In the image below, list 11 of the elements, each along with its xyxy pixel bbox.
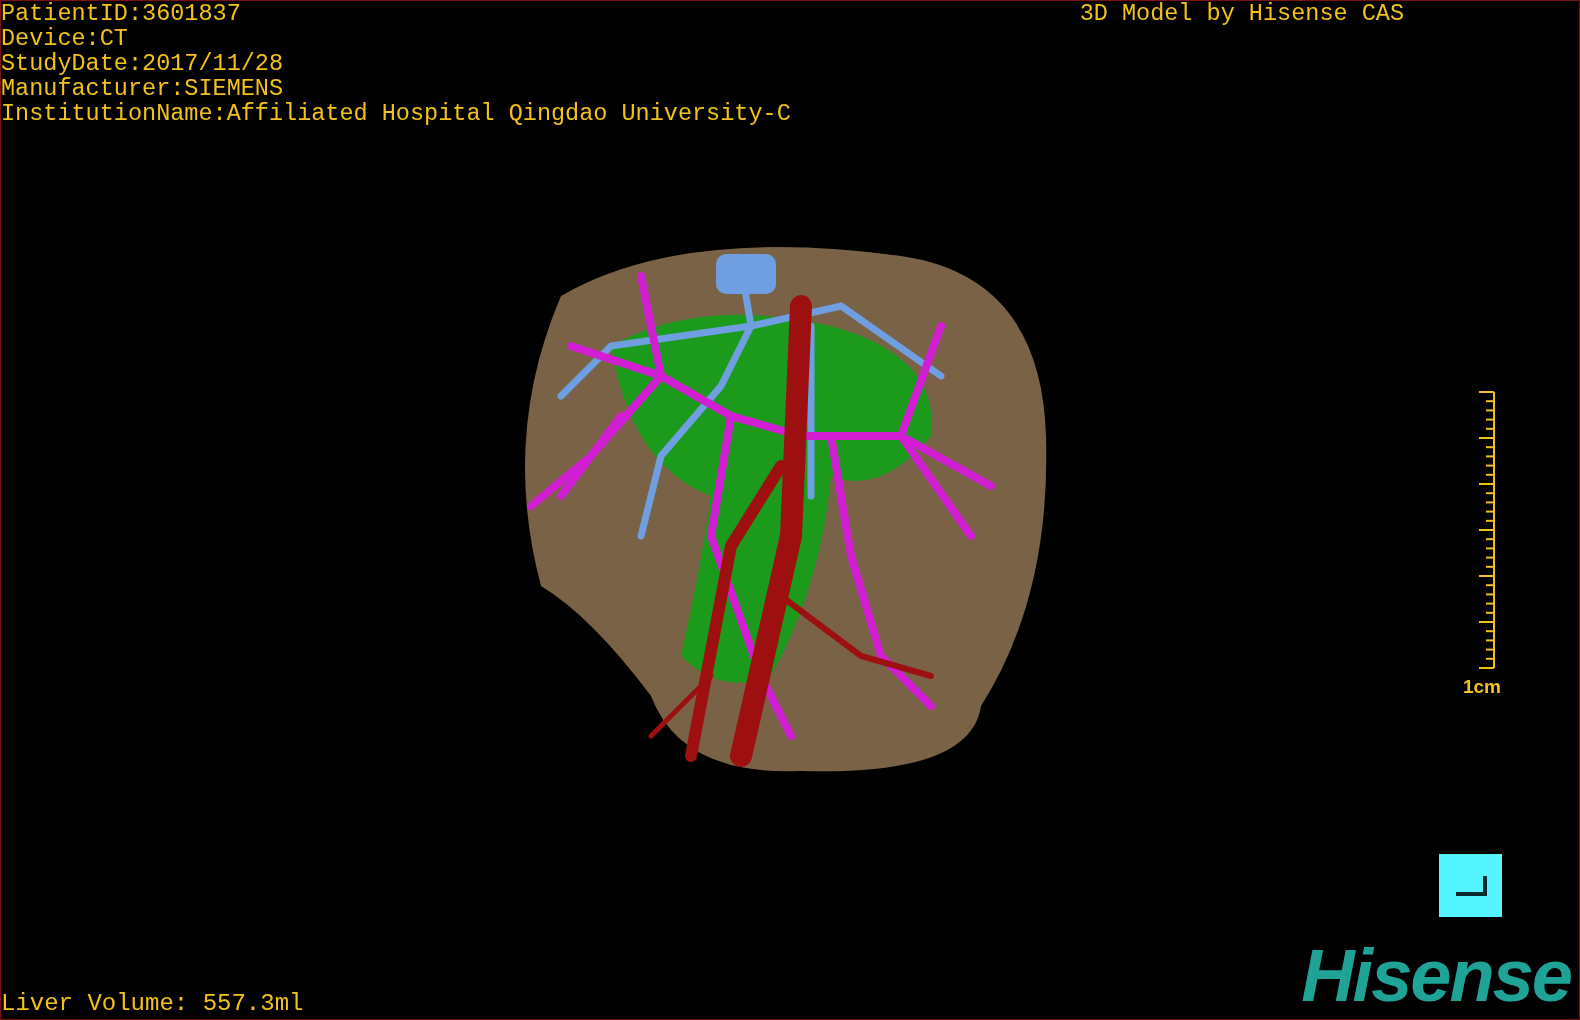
brand-logo: Hisense bbox=[1301, 941, 1572, 1011]
corner-icon bbox=[1453, 873, 1488, 898]
info-line: InstitutionName:Affiliated Hospital Qingdao University-C bbox=[1, 101, 791, 126]
model-credit: 3D Model by Hisense CAS bbox=[1079, 1, 1404, 29]
info-line: Manufacturer:SIEMENS bbox=[1, 76, 285, 101]
info-line: PatientID:3601837 bbox=[1, 1, 242, 26]
corner-button[interactable] bbox=[1439, 854, 1502, 917]
info-line: StudyDate:2017/11/28 bbox=[1, 51, 285, 76]
liver-volume-text: Liver Volume: 557.3ml bbox=[1, 991, 304, 1017]
scale-label: 1cm bbox=[1462, 675, 1501, 699]
info-line: Device:CT bbox=[1, 26, 129, 51]
